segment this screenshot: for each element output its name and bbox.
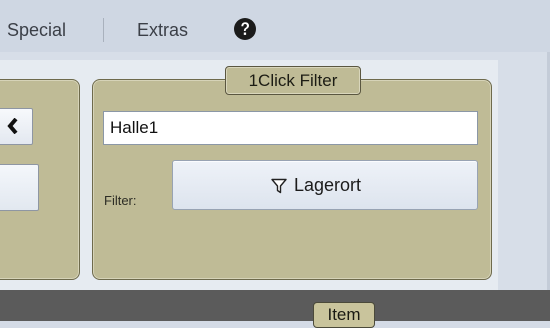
- menu-bar: Special Extras: [0, 0, 550, 52]
- lagerort-button-label: Lagerort: [294, 175, 362, 195]
- chevron-left-icon: [7, 118, 18, 134]
- menu-item-extras[interactable]: Extras: [137, 20, 188, 41]
- item-tab[interactable]: Item: [313, 302, 375, 328]
- nav-back-button[interactable]: [0, 108, 33, 145]
- filter-group-title: 1Click Filter: [225, 66, 361, 95]
- filter-value-input[interactable]: [103, 111, 478, 145]
- question-circle-icon[interactable]: [233, 17, 257, 41]
- funnel-icon: [271, 178, 287, 194]
- filter-label: Filter:: [104, 193, 137, 208]
- menu-item-special[interactable]: Special: [7, 20, 66, 41]
- lagerort-filter-button[interactable]: Lagerort: [172, 160, 478, 210]
- left-group-button[interactable]: [0, 164, 39, 211]
- bottom-panel-header: [0, 290, 550, 321]
- menu-separator: [103, 18, 104, 42]
